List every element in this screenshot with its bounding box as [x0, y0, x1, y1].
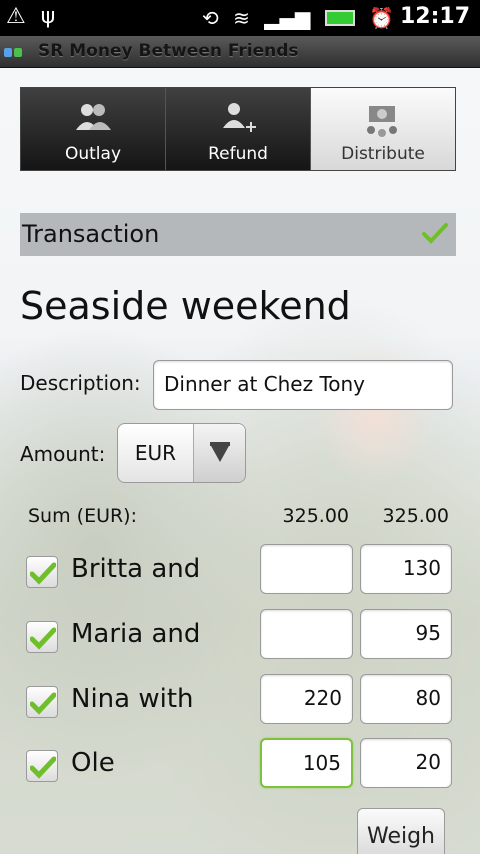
check-icon — [30, 627, 56, 650]
person-name: Ole — [71, 748, 115, 778]
description-label: Description: — [20, 371, 141, 395]
people-icon — [21, 100, 165, 138]
sum-col1: 325.00 — [282, 505, 349, 527]
person-amount-input-1[interactable]: 220 — [260, 674, 353, 724]
check-icon — [422, 221, 448, 249]
check-icon — [30, 692, 56, 715]
clock: 12:17 — [399, 4, 470, 29]
tab-bar: Outlay Refund Distribute — [20, 87, 456, 171]
sum-col2: 325.00 — [382, 505, 449, 527]
person-amount-input-2[interactable]: 20 — [360, 738, 452, 788]
tab-label: Outlay — [64, 144, 122, 164]
person-amount-input-2[interactable]: 130 — [360, 544, 452, 594]
usb-icon: ψ — [40, 4, 56, 29]
check-icon — [30, 756, 56, 779]
person-checkbox[interactable] — [26, 686, 58, 718]
coins-distribute-icon — [311, 100, 455, 138]
person-name: Britta and — [71, 554, 201, 584]
tab-label: Refund — [208, 144, 268, 164]
person-add-icon — [166, 100, 310, 138]
person-checkbox[interactable] — [26, 750, 58, 782]
person-amount-input-1[interactable] — [260, 544, 353, 594]
person-name: Maria and — [71, 619, 201, 649]
wifi-icon: ≋ — [233, 6, 250, 30]
transaction-section-bar[interactable]: Transaction — [20, 213, 456, 256]
chevron-down-icon — [210, 442, 230, 462]
status-bar: ⚠ ψ ⟲ ≋ ▂▄▆ ⏰ 12:17 — [0, 0, 480, 36]
status-left-icons: ⚠ ψ — [6, 4, 63, 29]
weigh-button[interactable]: Weigh — [357, 808, 445, 854]
description-input[interactable]: Dinner at Chez Tony — [153, 360, 453, 410]
person-amount-input-1[interactable] — [260, 609, 353, 659]
person-checkbox[interactable] — [26, 621, 58, 653]
sum-label: Sum (EUR): — [28, 505, 137, 527]
page-title: Seaside weekend — [20, 284, 351, 328]
app-logo-icon — [4, 45, 26, 59]
signal-icon: ▂▄▆ — [264, 6, 311, 30]
check-icon — [30, 562, 56, 585]
status-right-icons: ⟲ ≋ ▂▄▆ ⏰ — [194, 6, 394, 30]
person-row: Britta and 130 — [26, 544, 456, 596]
alarm-icon: ⏰ — [369, 6, 394, 30]
rotate-icon: ⟲ — [201, 6, 219, 30]
person-row: Nina with 220 80 — [26, 674, 456, 726]
tab-label: Distribute — [341, 144, 425, 164]
person-amount-input-2[interactable]: 80 — [360, 674, 452, 724]
currency-spinner[interactable]: EUR — [117, 423, 246, 483]
person-name: Nina with — [71, 684, 194, 714]
person-amount-input-2[interactable]: 95 — [360, 609, 452, 659]
currency-value: EUR — [118, 424, 194, 482]
app-title: SR Money Between Friends — [38, 41, 299, 61]
person-row: Ole 105 20 — [26, 738, 456, 790]
warning-triangle-icon: ⚠ — [6, 4, 26, 29]
tab-distribute[interactable]: Distribute — [311, 88, 455, 170]
amount-label: Amount: — [20, 442, 106, 466]
spinner-arrow-button[interactable] — [194, 424, 245, 482]
app-title-bar: SR Money Between Friends — [0, 36, 480, 68]
section-label: Transaction — [22, 220, 160, 248]
person-checkbox[interactable] — [26, 556, 58, 588]
tab-refund[interactable]: Refund — [166, 88, 311, 170]
person-amount-input-1[interactable]: 105 — [260, 738, 353, 788]
person-row: Maria and 95 — [26, 609, 456, 661]
battery-icon — [324, 9, 355, 26]
tab-outlay[interactable]: Outlay — [21, 88, 166, 170]
